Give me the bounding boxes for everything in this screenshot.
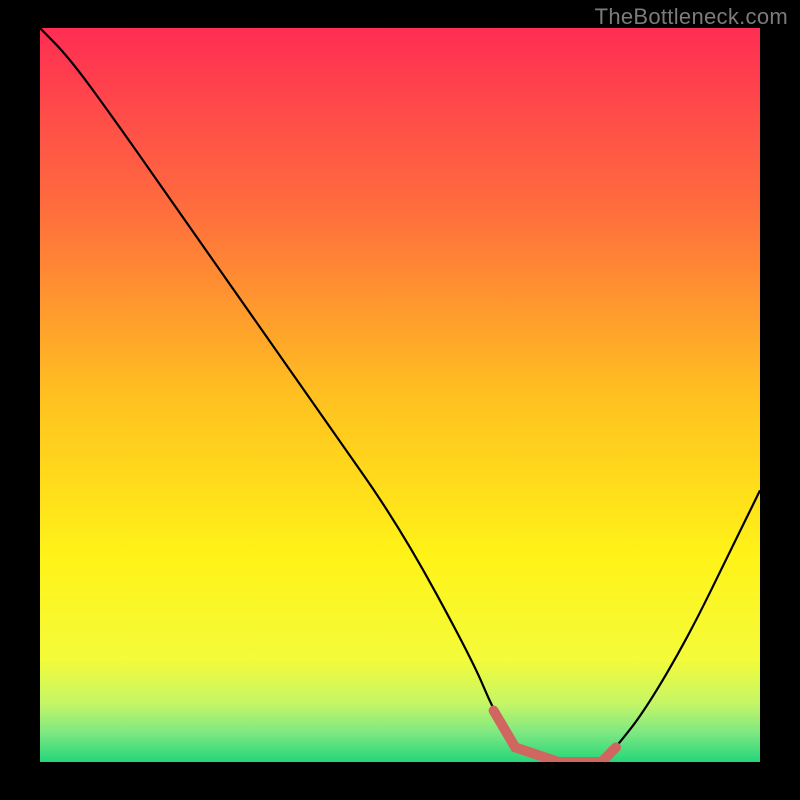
- curve-line: [40, 28, 760, 762]
- chart-frame: TheBottleneck.com: [0, 0, 800, 800]
- watermark-text: TheBottleneck.com: [595, 4, 788, 30]
- highlight-segment: [494, 711, 616, 762]
- plot-area: [40, 28, 760, 762]
- bottleneck-curve: [40, 28, 760, 762]
